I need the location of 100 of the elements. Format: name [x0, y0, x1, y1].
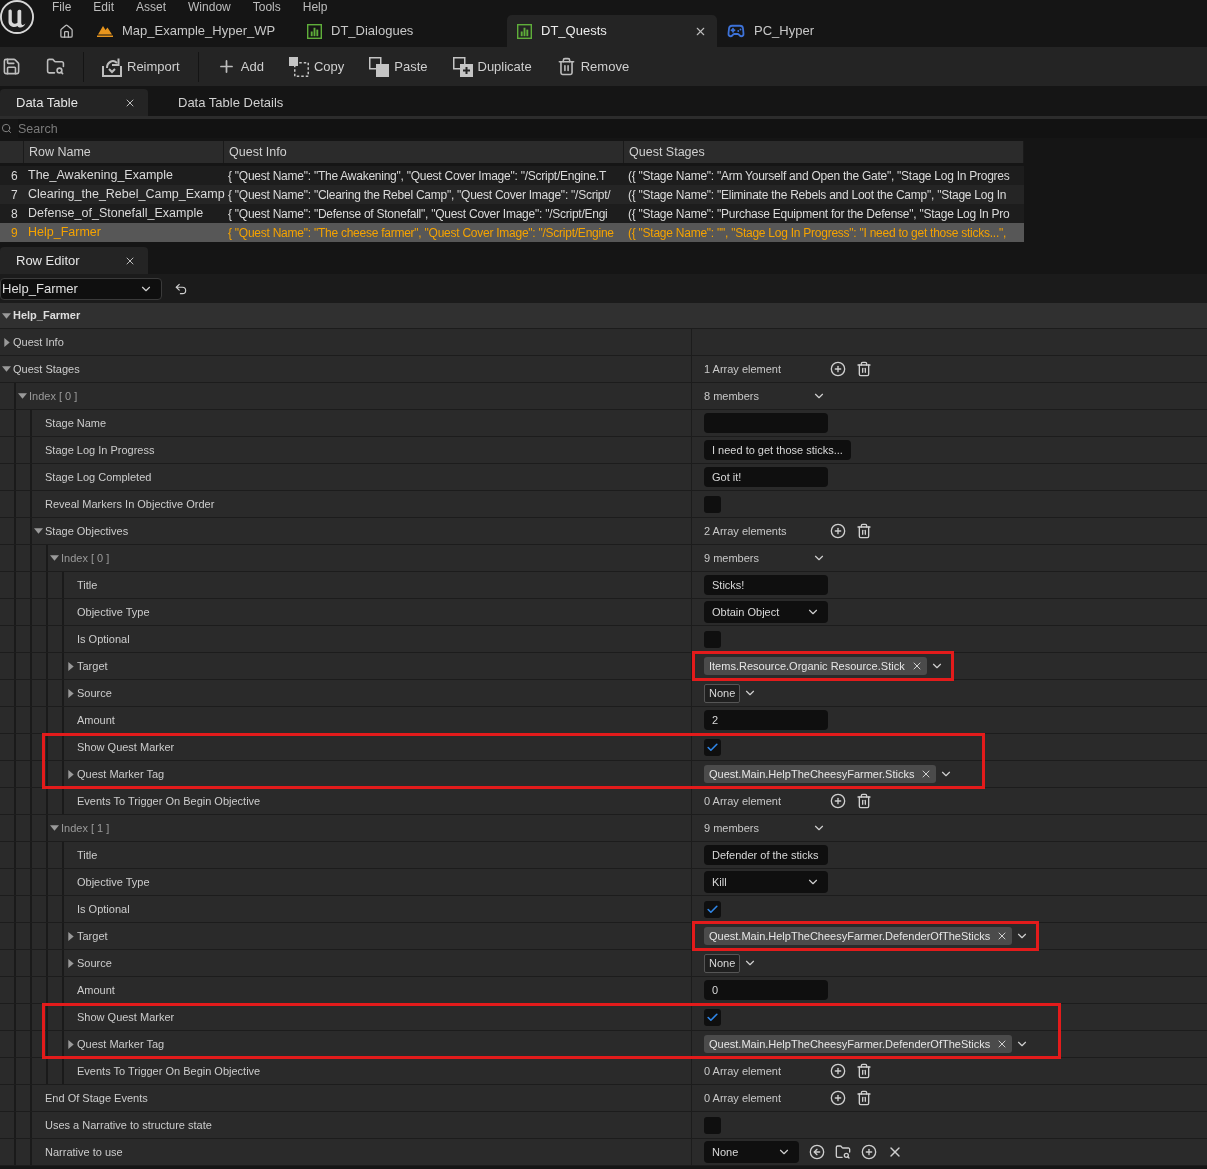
trash-icon[interactable] [856, 793, 872, 809]
tag-chip[interactable]: Quest.Main.HelpTheCheesyFarmer.Sticks [704, 765, 937, 783]
panel-tab[interactable]: Data Table [0, 89, 148, 116]
trash-icon[interactable] [856, 361, 872, 377]
checkbox[interactable] [704, 630, 721, 648]
table-cell-text: { "Quest Name": "The cheese farmer", "Quest Cover Image": "/Script/Engine [227, 224, 615, 242]
property-label: Quest Marker Tag [77, 766, 165, 782]
text-field[interactable]: I need to get those sticks... [704, 440, 851, 460]
document-tab[interactable]: PC_Hyper [717, 15, 927, 47]
toolbar-button[interactable]: Copy [278, 50, 355, 83]
trash-icon[interactable] [856, 1090, 872, 1106]
property-label: Quest Stages [13, 361, 80, 377]
column-header[interactable]: Row Name [24, 141, 224, 163]
text-field[interactable]: Sticks! [704, 575, 828, 595]
table-row[interactable]: 6 The_Awakening_Example { "Quest Name": "The Awakening", "Quest Cover Image": "/Script/Engine.T ({ "Stage Name": "Arm Yourself and Open the Gate", "Stage Log In Progres [0, 166, 1024, 185]
property-label: Show Quest Marker [77, 1009, 175, 1025]
caret-right-icon[interactable] [67, 1039, 74, 1049]
menu-item[interactable]: Help [302, 0, 328, 13]
dropdown[interactable]: Obtain Object [704, 601, 828, 623]
toolbar-button[interactable]: Reimport [92, 50, 190, 83]
table-row[interactable]: 9 Help_Farmer { "Quest Name": "The cheese farmer", "Quest Cover Image": "/Script/Engine ({ "Stage Name": "", "Stage Log In Progress": "I need to get those sticks...", [0, 223, 1024, 242]
column-header[interactable]: Quest Stages [624, 141, 1024, 163]
folder-search-icon[interactable] [835, 1144, 851, 1160]
trash-icon[interactable] [856, 1063, 872, 1079]
toolbar-button[interactable]: Add [206, 50, 274, 83]
home-icon[interactable] [59, 23, 74, 39]
property-label: Events To Trigger On Begin Objective [77, 1063, 261, 1079]
asset-dropdown[interactable]: None [704, 1141, 799, 1163]
column-header[interactable]: Quest Info [224, 141, 624, 163]
menu-item[interactable]: File [52, 0, 72, 13]
plus-circle-icon[interactable] [830, 523, 846, 539]
property-label: Is Optional [77, 631, 130, 647]
menu-item[interactable]: Asset [136, 0, 167, 13]
logo-icon[interactable] [0, 0, 34, 34]
members-dropdown[interactable]: 9 members [704, 819, 826, 837]
text-field[interactable]: 2 [704, 710, 828, 730]
property-label: Title [77, 577, 98, 593]
table-row[interactable]: 8 Defense_of_Stonefall_Example { "Quest Name": "Defense of Stonefall", "Quest Cover Image": "/Script/Engi ({ "Stage Name": "Purchase Equipment for the Defense", "Stage Log In Pro [0, 204, 1024, 223]
document-tab[interactable]: DT_Dialogues [297, 15, 507, 47]
caret-down-icon[interactable] [50, 555, 59, 561]
caret-right-icon[interactable] [67, 769, 74, 779]
checkbox[interactable] [704, 1116, 721, 1134]
text-field[interactable]: Got it! [704, 467, 828, 487]
search-icon [1, 123, 12, 134]
arrow-left-circle-icon[interactable] [809, 1144, 825, 1160]
property-label: Stage Log Completed [45, 469, 152, 485]
dashed-squares-icon [288, 56, 309, 77]
text-field[interactable]: 0 [704, 980, 828, 1000]
checkbox[interactable] [704, 738, 721, 756]
dropdown[interactable]: Kill [704, 871, 828, 893]
caret-down-icon[interactable] [18, 393, 27, 399]
table-row[interactable]: 7 Clearing_the_Rebel_Camp_Examp { "Quest Name": "Clearing the Rebel Camp", "Quest Cover Image": "/Script/ ({ "Stage Name": "Eliminate the Rebels and Loot the Camp", "Stage Log In [0, 185, 1024, 204]
caret-down-icon[interactable] [50, 825, 59, 831]
caret-right-icon[interactable] [3, 337, 10, 347]
text-field[interactable] [704, 413, 828, 433]
trash-icon[interactable] [856, 523, 872, 539]
section-header[interactable]: Help_Farmer [0, 303, 1207, 329]
toolbar-button[interactable]: Duplicate [442, 50, 542, 83]
caret-right-icon[interactable] [67, 958, 74, 968]
toolbar-button[interactable]: Remove [546, 50, 640, 83]
plus-circle-icon[interactable] [830, 1090, 846, 1106]
bar-chart-icon [307, 23, 322, 39]
checkbox[interactable] [704, 900, 721, 918]
source-dropdown[interactable]: None [704, 683, 741, 703]
caret-down-icon[interactable] [34, 528, 43, 534]
caret-right-icon[interactable] [67, 661, 74, 671]
tag-chip[interactable]: Items.Resource.Organic Resource.Stick [704, 657, 927, 675]
caret-right-icon[interactable] [67, 688, 74, 698]
tag-chip[interactable]: Quest.Main.HelpTheCheesyFarmer.DefenderOfTheSticks [704, 1035, 1013, 1053]
property-label: Objective Type [77, 604, 150, 620]
plus-circle-icon[interactable] [830, 1063, 846, 1079]
menu-item[interactable]: Window [188, 0, 231, 13]
caret-down-icon[interactable] [2, 366, 11, 372]
members-dropdown[interactable]: 9 members [704, 549, 826, 567]
undo-icon[interactable] [174, 281, 188, 296]
panel-tab[interactable]: Row Editor [0, 247, 148, 274]
array-count: 0 Array element [704, 1090, 783, 1106]
array-count: 2 Array elements [704, 523, 788, 539]
plus-circle-icon[interactable] [830, 793, 846, 809]
plus-circle-icon[interactable] [830, 361, 846, 377]
members-dropdown[interactable]: 8 members [704, 387, 826, 405]
row-picker[interactable]: Help_Farmer [0, 277, 162, 300]
text-field[interactable]: Defender of the sticks [704, 845, 828, 865]
panel-tab[interactable]: Data Table Details [148, 89, 300, 116]
source-dropdown[interactable]: None [704, 953, 741, 973]
property-label: Amount [77, 982, 115, 998]
property-label: Stage Objectives [45, 523, 129, 539]
tag-chip[interactable]: Quest.Main.HelpTheCheesyFarmer.DefenderOfTheSticks [704, 927, 1013, 945]
checkbox[interactable] [704, 1008, 721, 1026]
toolbar-button[interactable]: Paste [359, 50, 438, 83]
menu-item[interactable]: Edit [93, 0, 115, 13]
document-tab[interactable]: DT_Quests [507, 15, 717, 47]
plus-circle-icon[interactable] [861, 1144, 877, 1160]
caret-right-icon[interactable] [67, 931, 74, 941]
property-label: Show Quest Marker [77, 739, 175, 755]
array-count: 0 Array element [704, 793, 783, 809]
menu-item[interactable]: Tools [252, 0, 281, 13]
document-tab[interactable]: Map_Example_Hyper_WP [87, 15, 297, 47]
caret-down-icon[interactable] [2, 312, 11, 319]
checkbox[interactable] [704, 495, 721, 513]
